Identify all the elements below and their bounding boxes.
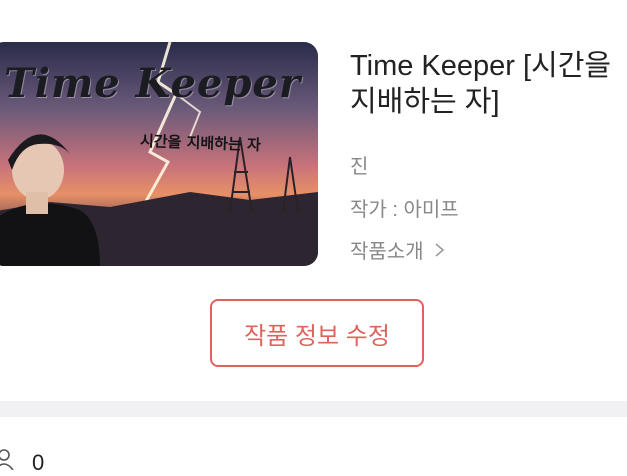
subscriber-count: 0: [32, 450, 45, 475]
character-name: 진: [350, 156, 369, 178]
chevron-right-icon: [434, 241, 446, 259]
work-title-line2: 지배하는 자]: [350, 86, 500, 118]
author-line: 작가 : 아미프: [350, 199, 459, 221]
intro-label: 작품소개: [350, 241, 424, 263]
section-divider: [0, 401, 627, 417]
cover-image[interactable]: Time Keeper 시간을 지배하는 자: [0, 42, 318, 266]
cover-title-art: Time Keeper: [4, 60, 301, 107]
chevron-down-icon[interactable]: [0, 0, 16, 6]
work-title: Time Keeper [시간을 지배하는 자]: [350, 48, 611, 120]
intro-link[interactable]: 작품소개: [350, 235, 446, 264]
cover-subtitle-art: 시간을 지배하는 자: [139, 131, 262, 155]
work-title-line1: Time Keeper [시간을: [350, 50, 612, 82]
edit-work-info-button[interactable]: 작품 정보 수정: [210, 299, 424, 367]
person-icon: [0, 448, 14, 471]
